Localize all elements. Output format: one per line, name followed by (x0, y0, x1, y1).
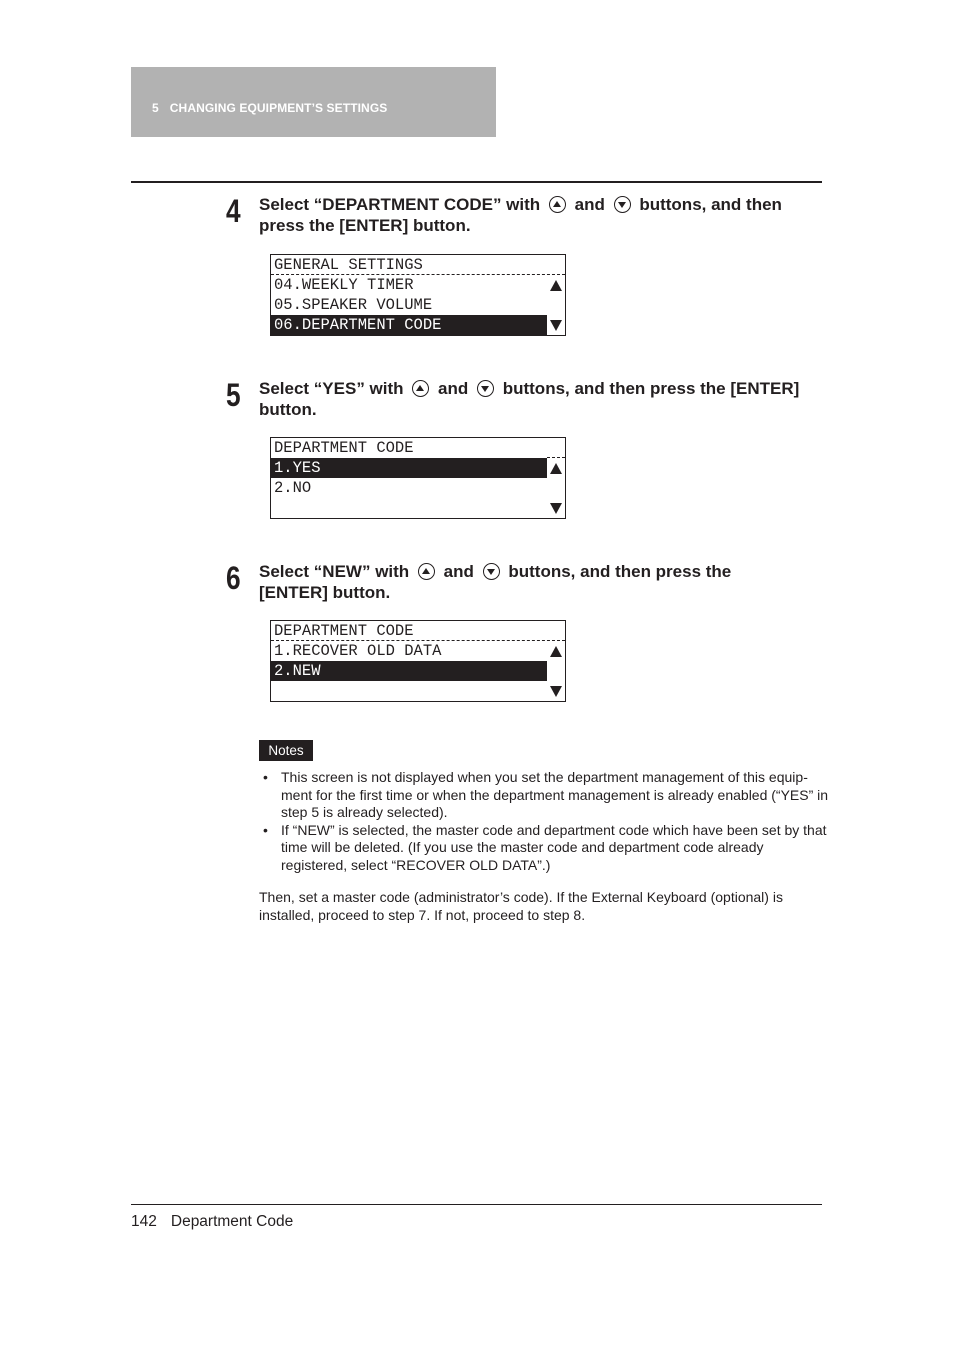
lcd-screen-department-code-recover-new: DEPARTMENT CODE 1.RECOVER OLD DATA 2.NEW (270, 620, 566, 702)
notes-label: Notes (259, 740, 313, 761)
instruction-text: Select “YES” with (259, 379, 404, 398)
step-instruction: Select “YES” with and buttons, and then … (259, 378, 827, 420)
top-divider (131, 181, 822, 183)
lcd-screen-department-code-yes-no: DEPARTMENT CODE 1.YES 2.NO (270, 437, 566, 519)
triangle-down-icon (550, 686, 562, 697)
lcd-menu-item: 2.NO (274, 479, 312, 497)
lcd-menu-item: 05.SPEAKER VOLUME (274, 296, 433, 314)
chapter-number: 5 (152, 101, 159, 115)
page-number: 142 (131, 1213, 157, 1230)
lcd-menu-item-selected: 06.DEPARTMENT CODE (271, 315, 547, 335)
triangle-down-icon (550, 503, 562, 514)
step-number: 6 (226, 560, 241, 596)
instruction-text: Select “DEPARTMENT CODE” with (259, 195, 541, 214)
step-instruction: Select “DEPARTMENT CODE” with and button… (259, 194, 827, 236)
chapter-header: 5 CHANGING EQUIPMENT’S SETTINGS (152, 101, 387, 115)
section-title: Department Code (170, 1213, 294, 1230)
note-text: This screen is not displayed when you se… (281, 769, 829, 820)
notes-list: • This screen is not displayed when you … (259, 769, 829, 874)
up-arrow-button-icon (548, 196, 566, 213)
instruction-text: Select “NEW” with (259, 562, 410, 581)
lcd-title: DEPARTMENT CODE (274, 622, 414, 640)
down-arrow-button-icon (482, 563, 500, 580)
step-number: 4 (226, 193, 241, 229)
down-arrow-button-icon (613, 196, 631, 213)
lcd-menu-item (271, 498, 543, 518)
down-arrow-button-icon (476, 380, 494, 397)
lcd-menu-item: 1.RECOVER OLD DATA (274, 642, 442, 660)
up-arrow-button-icon (417, 563, 435, 580)
up-arrow-button-icon (412, 380, 430, 397)
lcd-menu-item: 04.WEEKLY TIMER (274, 276, 414, 294)
page-footer: 142 Department Code (131, 1213, 293, 1231)
lcd-title-divider (547, 457, 565, 458)
note-item: • If “NEW” is selected, the master code … (259, 822, 829, 875)
chapter-title: CHANGING EQUIPMENT’S SETTINGS (169, 101, 388, 115)
step-number: 5 (226, 377, 241, 413)
lcd-title: GENERAL SETTINGS (274, 256, 423, 274)
triangle-up-icon (550, 463, 562, 474)
triangle-up-icon (550, 280, 562, 291)
lcd-screen-general-settings: GENERAL SETTINGS 04.WEEKLY TIMER 05.SPEA… (270, 254, 566, 336)
triangle-up-icon (550, 646, 562, 657)
body-paragraph: Then, set a master code (administrator’s… (259, 889, 783, 923)
lcd-title: DEPARTMENT CODE (274, 439, 414, 457)
note-item: • This screen is not displayed when you … (259, 769, 829, 822)
note-text: If “NEW” is selected, the master code an… (281, 821, 827, 873)
step-instruction: Select “NEW” with and buttons, and then … (259, 561, 779, 603)
lcd-menu-item-selected: 2.NEW (271, 661, 547, 681)
instruction-text: and (438, 379, 469, 398)
bullet-icon: • (263, 769, 268, 785)
bullet-icon: • (263, 821, 268, 838)
instruction-text: and (574, 195, 605, 214)
triangle-down-icon (550, 320, 562, 331)
footer-divider (131, 1204, 822, 1205)
chapter-header-band: 5 CHANGING EQUIPMENT’S SETTINGS (131, 67, 496, 137)
lcd-menu-item-selected: 1.YES (271, 458, 547, 478)
lcd-menu-item (271, 681, 543, 701)
instruction-text: and (443, 562, 474, 581)
